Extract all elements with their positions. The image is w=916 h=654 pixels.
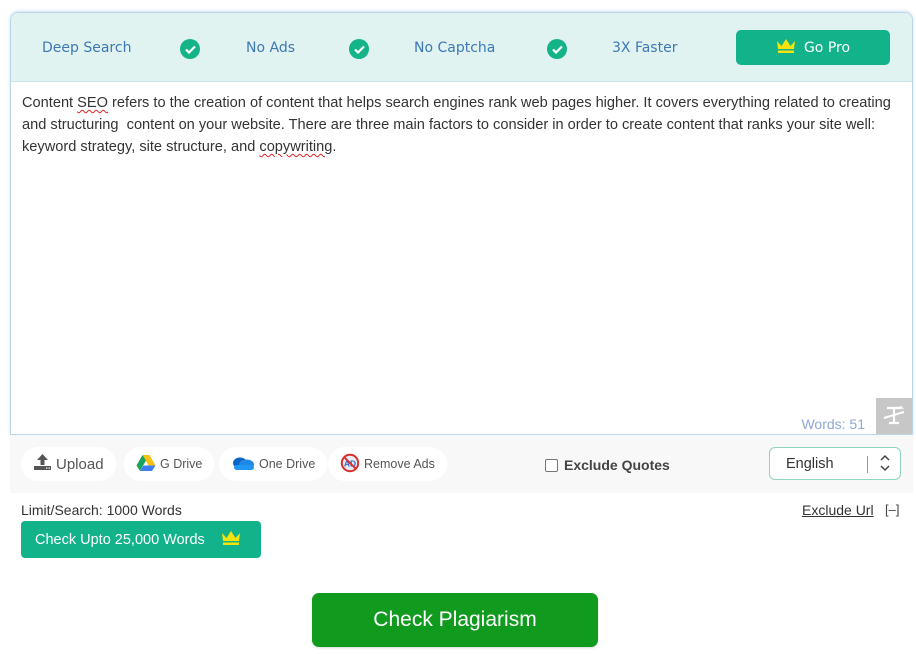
upgrade-words-label: Check Upto 25,000 Words (35, 531, 205, 548)
upload-button[interactable]: Upload (21, 447, 116, 481)
feature-no-captcha: No Captcha (414, 40, 496, 56)
feature-deep-search: Deep Search (42, 40, 132, 56)
exclude-quotes-label: Exclude Quotes (564, 457, 670, 473)
select-arrows-icon (879, 453, 891, 477)
no-ads-icon: AD (340, 453, 360, 476)
go-pro-label: Go Pro (803, 39, 851, 56)
check-circle-icon (349, 39, 369, 59)
input-toolbar: Upload G Drive One Drive AD (10, 435, 913, 493)
misspelled-word[interactable]: SEO (77, 95, 108, 111)
gdrive-label: G Drive (160, 457, 203, 471)
feature-no-ads: No Ads (246, 40, 295, 56)
crown-icon (221, 530, 241, 550)
word-count: Words: 51 (801, 416, 865, 432)
text-segment: refers to the creation of content that h… (22, 95, 895, 155)
language-selected-value: English (786, 455, 834, 472)
go-pro-button[interactable]: Go Pro (736, 30, 890, 65)
language-select[interactable]: English (769, 447, 901, 480)
text-segment: Content (22, 95, 78, 111)
exclude-url-link[interactable]: Exclude Url (802, 502, 874, 518)
google-drive-icon (136, 454, 156, 474)
upgrade-words-button[interactable]: Check Upto 25,000 Words (21, 521, 261, 558)
onedrive-button[interactable]: One Drive (219, 447, 328, 481)
onedrive-label: One Drive (259, 457, 316, 471)
text-input-area[interactable]: Content SEO refers to the creation of co… (22, 92, 892, 158)
clear-format-icon[interactable] (876, 398, 912, 434)
feature-bar: Deep Search No Ads No Captcha 3X Faster … (11, 13, 912, 82)
feature-3x-faster: 3X Faster (612, 40, 678, 56)
checkbox-box[interactable] (545, 458, 558, 472)
search-limit-text: Limit/Search: 1000 Words (21, 502, 182, 518)
gdrive-button[interactable]: G Drive (124, 447, 215, 481)
misspelled-word[interactable]: copywriting (259, 139, 332, 155)
upload-icon (33, 453, 52, 475)
check-plagiarism-button[interactable]: Check Plagiarism (312, 593, 598, 647)
exclude-url-toggle[interactable]: [–] (885, 502, 899, 517)
exclude-quotes-checkbox[interactable]: Exclude Quotes (545, 457, 670, 473)
select-divider (867, 456, 868, 473)
onedrive-icon (231, 456, 255, 473)
editor-card: Deep Search No Ads No Captcha 3X Faster … (10, 12, 913, 435)
remove-ads-label: Remove Ads (364, 457, 435, 471)
text-segment: . (332, 139, 337, 155)
check-circle-icon (180, 39, 200, 59)
remove-ads-button[interactable]: AD Remove Ads (328, 447, 447, 481)
upload-label: Upload (56, 455, 104, 473)
check-circle-icon (547, 39, 567, 59)
crown-icon (776, 38, 796, 58)
